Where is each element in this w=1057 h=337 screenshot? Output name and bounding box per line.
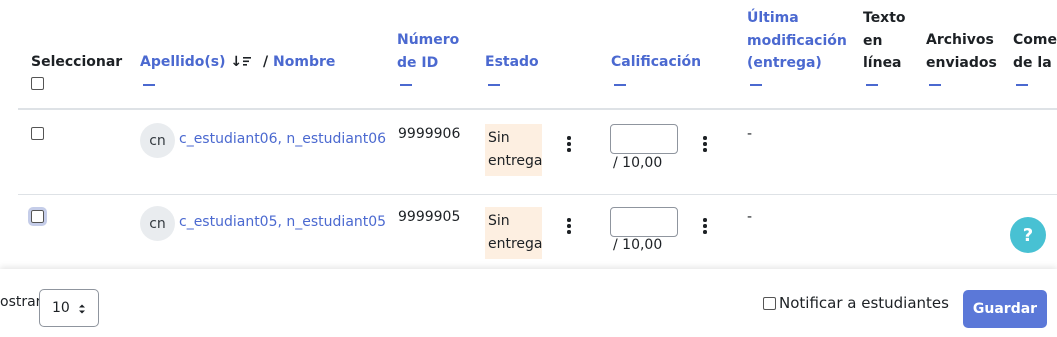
grade-input[interactable] [610, 207, 678, 237]
hide-column-idnumber-icon[interactable] [400, 84, 412, 86]
grade-max: / 10,00 [613, 237, 663, 253]
column-header-idnumber[interactable]: Número de ID [397, 29, 459, 74]
status-badge: Sin entrega [485, 124, 543, 176]
lastmodified-value: - [747, 209, 753, 225]
row-select-checkbox[interactable] [31, 127, 44, 140]
select-all-checkbox[interactable] [31, 77, 44, 90]
hide-column-lastmodified-icon[interactable] [750, 84, 762, 86]
column-header-grade[interactable]: Calificación [611, 51, 701, 74]
hide-column-grade-icon[interactable] [614, 84, 626, 86]
name-separator: / [263, 54, 269, 70]
row-divider [18, 194, 1057, 195]
grade-max: / 10,00 [613, 155, 663, 171]
column-header-comments: Comer de la e [1013, 32, 1057, 71]
column-header-onlinetext: Texto en línea [863, 10, 906, 71]
avatar: cn [140, 123, 175, 158]
hide-column-files-icon[interactable] [929, 84, 941, 86]
column-header-lastmodified[interactable]: Última modificación (entrega) [747, 7, 847, 75]
idnumber-value: 9999906 [398, 126, 461, 142]
student-name-link[interactable]: c_estudiant06, n_estudiant06 [179, 131, 386, 147]
notify-students-checkbox[interactable] [763, 296, 776, 310]
help-icon[interactable]: ? [1010, 217, 1046, 253]
notify-students-option[interactable]: Notificar a estudiantes [763, 294, 949, 312]
status-actions-menu-icon[interactable] [567, 218, 571, 234]
row-select-checkbox[interactable] [28, 207, 47, 226]
sticky-footer: ostrar 10 Notificar a estudiantes Guarda… [0, 269, 1057, 337]
sort-by-surname-link[interactable]: Apellido(s) [140, 54, 226, 70]
grade-actions-menu-icon[interactable] [703, 136, 707, 152]
idnumber-value: 9999905 [398, 209, 461, 225]
column-header-select: Seleccionar [31, 54, 123, 70]
notify-students-label: Notificar a estudiantes [779, 294, 949, 312]
column-header-files: Archivos enviados [926, 32, 997, 71]
save-button[interactable]: Guardar [963, 290, 1047, 328]
header-divider [18, 108, 1057, 110]
column-header-name: Apellido(s) ↓ / Nombre [140, 51, 335, 74]
lastmodified-value: - [747, 126, 753, 142]
perpage-value: 10 [52, 300, 70, 316]
grade-input[interactable] [610, 124, 678, 154]
hide-column-comments-icon[interactable] [1016, 84, 1028, 86]
select-arrows-icon [79, 304, 85, 314]
perpage-label: ostrar [0, 294, 42, 310]
column-header-status[interactable]: Estado [485, 51, 539, 74]
sort-by-firstname-link[interactable]: Nombre [273, 54, 335, 70]
hide-column-name-icon[interactable] [143, 84, 155, 86]
status-badge: Sin entrega [485, 207, 543, 259]
status-actions-menu-icon[interactable] [567, 136, 571, 152]
avatar: cn [140, 206, 175, 241]
sort-descending-icon: ↓ [230, 54, 257, 70]
hide-column-status-icon[interactable] [488, 84, 500, 86]
hide-column-onlinetext-icon[interactable] [866, 84, 878, 86]
perpage-select[interactable]: 10 [39, 289, 99, 327]
student-name-link[interactable]: c_estudiant05, n_estudiant05 [179, 214, 386, 230]
grade-actions-menu-icon[interactable] [703, 218, 707, 234]
